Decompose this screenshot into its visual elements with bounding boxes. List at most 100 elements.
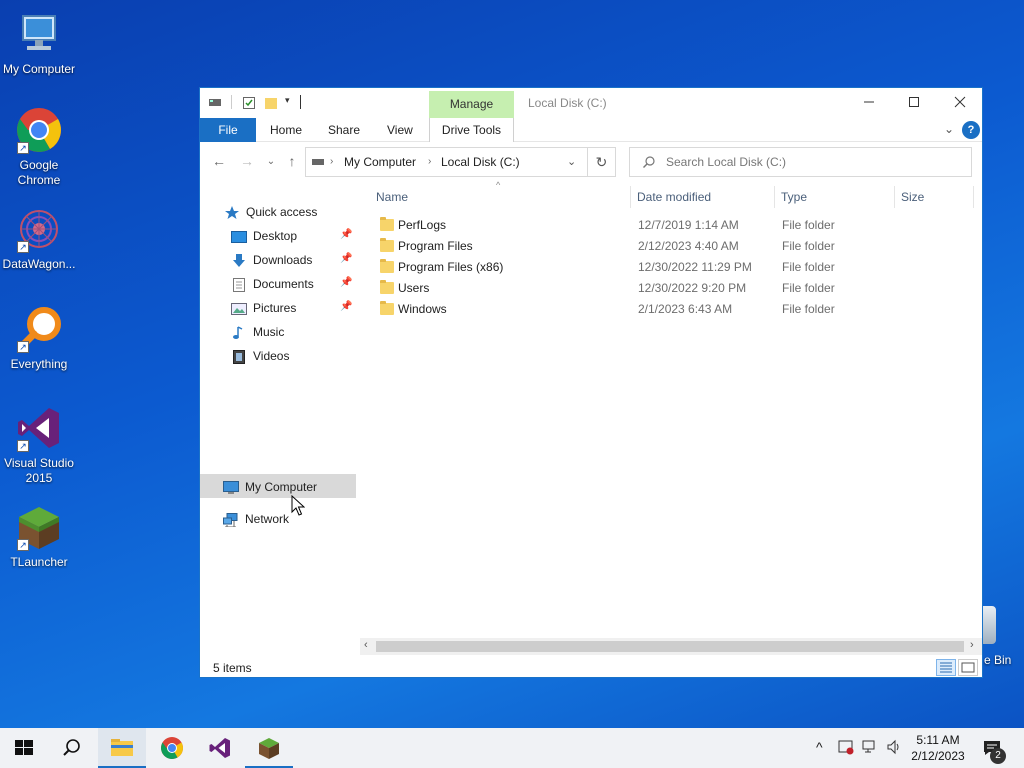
desktop-icon-everything[interactable]: ↗ Everything [0, 305, 78, 372]
folder-icon [380, 238, 394, 252]
computer-icon [223, 480, 239, 494]
column-header-type[interactable]: Type [781, 190, 807, 210]
file-date: 12/7/2019 1:14 AM [638, 218, 739, 232]
table-row[interactable]: Program Files (x86) 12/30/2022 11:29 PM … [375, 257, 975, 278]
taskbar-tlauncher[interactable] [245, 728, 293, 768]
new-folder-icon[interactable] [264, 96, 278, 110]
desktop-icon-google-chrome[interactable]: ↗ Google Chrome [0, 106, 78, 188]
details-view-button[interactable] [936, 659, 956, 676]
taskbar-chrome[interactable] [148, 728, 196, 768]
file-list: Name ^ Date modified Type Size PerfLogs … [365, 180, 982, 639]
clock-time: 5:11 AM [916, 733, 960, 747]
maximize-button[interactable] [905, 94, 923, 112]
ribbon-tabs: File Home Share View Drive Tools ⌄ ? [200, 118, 982, 142]
volume-icon[interactable] [886, 739, 902, 758]
up-arrow-icon[interactable]: ↑ [283, 153, 301, 169]
back-arrow-icon[interactable]: ← [210, 153, 228, 169]
address-dropdown-chevron-icon[interactable]: ⌄ [567, 155, 576, 168]
tab-file[interactable]: File [200, 118, 256, 142]
table-row[interactable]: PerfLogs 12/7/2019 1:14 AM File folder [375, 215, 975, 236]
breadcrumb-local-disk[interactable]: Local Disk (C:) [441, 155, 520, 169]
desktop-icon-tlauncher[interactable]: ↗ TLauncher [0, 503, 78, 570]
minimize-button[interactable] [860, 94, 878, 112]
pin-icon[interactable]: 📌 [340, 277, 352, 288]
address-bar[interactable]: › My Computer › Local Disk (C:) ⌄ [305, 147, 588, 177]
file-type: File folder [782, 218, 835, 232]
column-divider[interactable] [973, 186, 974, 208]
close-button[interactable] [951, 94, 969, 112]
column-header-name[interactable]: Name [376, 190, 408, 210]
file-type: File folder [782, 281, 835, 295]
recent-locations-chevron-icon[interactable]: ⌄ [262, 156, 280, 167]
recycle-bin-label[interactable]: e Bin [984, 653, 1011, 667]
divider [231, 95, 232, 109]
breadcrumb-separator-icon[interactable]: › [428, 156, 431, 167]
notification-count-badge: 2 [990, 748, 1006, 764]
shortcut-arrow-icon: ↗ [17, 341, 29, 353]
file-explorer-window: ▾ Manage Local Disk (C:) File Home Share… [199, 87, 983, 678]
expand-ribbon-chevron-icon[interactable]: ⌄ [944, 122, 954, 136]
file-date: 2/1/2023 6:43 AM [638, 302, 733, 316]
desktop-icon-my-computer[interactable]: My Computer [0, 10, 78, 77]
table-row[interactable]: Users 12/30/2022 9:20 PM File folder [375, 278, 975, 299]
start-button[interactable] [0, 728, 48, 768]
windows-logo-icon [12, 736, 36, 760]
desktop-folder-icon [231, 229, 247, 243]
pin-icon[interactable]: 📌 [340, 301, 352, 312]
security-shield-icon[interactable] [838, 739, 854, 758]
datawagon-icon: ↗ [15, 205, 63, 253]
large-icons-view-button[interactable] [958, 659, 978, 676]
column-label: Date modified [637, 190, 712, 204]
desktop-icon-visual-studio[interactable]: ↗ Visual Studio 2015 [0, 404, 78, 486]
nav-label: Downloads [253, 253, 313, 267]
breadcrumb-my-computer[interactable]: My Computer [344, 155, 416, 169]
title-bar[interactable]: ▾ Manage Local Disk (C:) [200, 88, 982, 118]
show-hidden-icons-chevron-icon[interactable]: ^ [816, 739, 823, 755]
tab-share[interactable]: Share [316, 118, 372, 142]
column-divider[interactable] [774, 186, 775, 208]
taskbar-visual-studio[interactable] [196, 728, 244, 768]
properties-icon[interactable] [242, 96, 256, 110]
tab-home[interactable]: Home [258, 118, 314, 142]
desktop-icon-datawagon[interactable]: ↗ DataWagon... [0, 205, 78, 272]
tab-view[interactable]: View [375, 118, 425, 142]
pin-icon[interactable]: 📌 [340, 229, 352, 240]
grass-block-icon [257, 736, 281, 760]
table-row[interactable]: Windows 2/1/2023 6:43 AM File folder [375, 299, 975, 320]
visual-studio-icon: ↗ [15, 404, 63, 452]
scroll-right-arrow-icon[interactable]: › [970, 639, 974, 651]
customize-toolbar-dropdown-icon[interactable]: ▾ [285, 95, 290, 106]
search-icon [642, 155, 656, 172]
search-input[interactable] [666, 153, 956, 171]
shortcut-arrow-icon: ↗ [17, 539, 29, 551]
scroll-left-arrow-icon[interactable]: ‹ [364, 639, 368, 651]
folder-icon [380, 301, 394, 315]
file-name: Windows [398, 302, 447, 316]
column-divider[interactable] [630, 186, 631, 208]
breadcrumb-separator-icon[interactable]: › [330, 156, 333, 167]
forward-arrow-icon[interactable]: → [238, 153, 256, 169]
monitor-icon [15, 10, 63, 58]
taskbar-file-explorer[interactable] [98, 728, 146, 768]
divider [300, 95, 301, 109]
tab-manage[interactable]: Manage [429, 91, 514, 118]
search-box[interactable] [629, 147, 972, 177]
item-count: 5 items [213, 661, 252, 675]
horizontal-scrollbar[interactable]: ‹ › [360, 638, 982, 655]
scrollbar-thumb[interactable] [376, 641, 964, 652]
help-icon[interactable]: ? [962, 121, 980, 139]
tab-drive-tools[interactable]: Drive Tools [429, 118, 514, 142]
pin-icon[interactable]: 📌 [340, 253, 352, 264]
status-bar: 5 items [200, 656, 982, 678]
column-header-size[interactable]: Size [901, 190, 924, 210]
folder-icon [380, 280, 394, 294]
window-title: Local Disk (C:) [528, 96, 607, 110]
column-divider[interactable] [894, 186, 895, 208]
clock[interactable]: 5:11 AM 2/12/2023 [904, 732, 972, 764]
search-button[interactable] [48, 728, 96, 768]
refresh-icon[interactable]: ↻ [588, 147, 616, 177]
taskbar: ^ 5:11 AM 2/12/2023 2 [0, 728, 1024, 768]
column-header-date-modified[interactable]: Date modified [637, 190, 711, 210]
table-row[interactable]: Program Files 2/12/2023 4:40 AM File fol… [375, 236, 975, 257]
network-status-icon[interactable] [862, 739, 878, 758]
